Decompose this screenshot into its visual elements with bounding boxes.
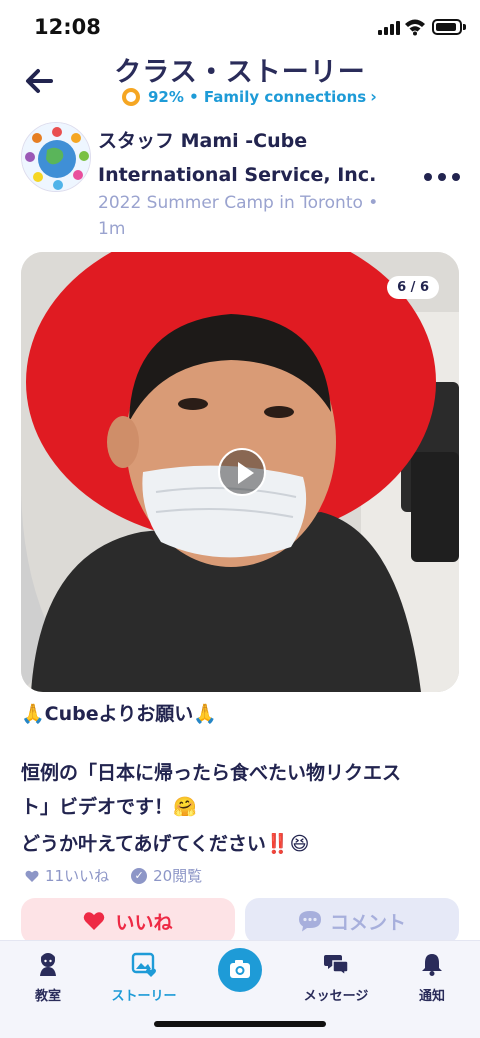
views-check-icon: ✓	[131, 867, 148, 884]
post-text-line-1: 🙏Cubeよりお願い🙏	[21, 703, 217, 725]
wifi-icon	[405, 19, 425, 36]
family-connections-link[interactable]: 92% • Family connections ›	[122, 87, 377, 106]
more-options-icon[interactable]	[424, 170, 460, 184]
camera-icon	[230, 960, 250, 978]
heart-icon	[25, 870, 39, 882]
camera-button[interactable]	[218, 948, 262, 992]
tab-classroom[interactable]: 教室	[0, 951, 96, 1004]
pray-emoji-right: 🙏	[193, 703, 217, 725]
laughing-emoji: 😆	[289, 833, 310, 855]
tab-story[interactable]: ストーリー	[96, 951, 192, 1004]
hug-emoji: 🤗	[173, 796, 197, 818]
like-button[interactable]: いいね	[21, 898, 235, 944]
home-indicator[interactable]	[154, 1021, 326, 1027]
likes-count[interactable]: 11いいね	[45, 865, 109, 886]
post-class-name: 2022 Summer Camp in Toronto •	[98, 193, 379, 213]
chevron-right-icon: ›	[370, 87, 377, 106]
post-stats: 11いいね ✓ 20閲覧	[25, 865, 202, 886]
comment-button-label: コメント	[329, 911, 406, 934]
author-avatar[interactable]	[21, 122, 91, 192]
page-title: クラス・ストーリー	[114, 57, 366, 88]
battery-icon	[432, 19, 462, 35]
battery-tip	[463, 24, 466, 30]
media-counter: 6 / 6	[387, 276, 439, 299]
author-name: スタッフ Mami -Cube	[98, 130, 308, 152]
post-timestamp: 1m	[98, 219, 126, 239]
post-text-line-2: 恒例の「日本に帰ったら食べたい物リクエス	[21, 762, 402, 784]
author-organization: International Service, Inc.	[98, 164, 377, 186]
story-icon	[131, 952, 156, 977]
status-bar: 12:08	[0, 0, 480, 56]
tab-notifications[interactable]: 通知	[384, 951, 480, 1004]
post-text-line-3: ト」ビデオです！🤗	[21, 796, 197, 818]
play-icon[interactable]	[218, 448, 266, 496]
comment-icon	[298, 911, 321, 932]
family-connections-label: 92% • Family connections	[148, 87, 367, 106]
like-button-label: いいね	[115, 911, 173, 934]
bell-icon	[422, 954, 442, 976]
heart-icon	[84, 912, 105, 930]
signal-icon	[378, 21, 400, 35]
status-time: 12:08	[34, 15, 101, 39]
pray-emoji-left: 🙏	[21, 703, 45, 725]
classroom-icon	[40, 953, 56, 976]
double-exclamation-emoji: ‼️	[265, 833, 290, 855]
post-video[interactable]: 6 / 6	[21, 252, 459, 692]
progress-ring-icon	[122, 87, 140, 106]
message-icon	[324, 955, 349, 977]
post-text-line-4: どうか叶えてあげてください‼️😆	[21, 833, 310, 855]
tab-messages[interactable]: メッセージ	[288, 951, 384, 1004]
views-count[interactable]: 20閲覧	[153, 865, 202, 886]
comment-button[interactable]: コメント	[245, 898, 459, 944]
